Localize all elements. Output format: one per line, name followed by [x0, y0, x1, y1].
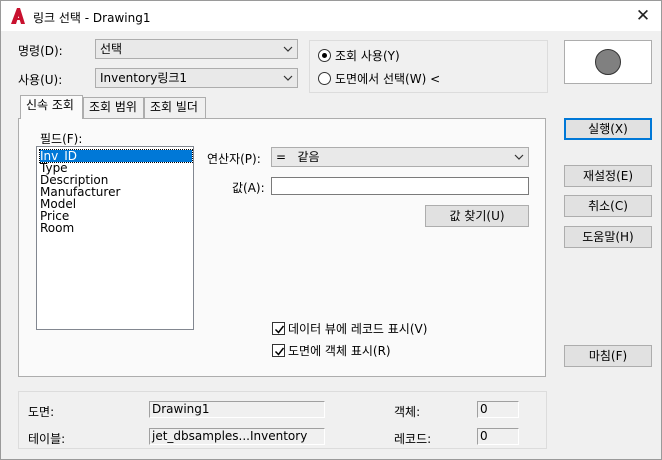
field-label: 필드(F): — [40, 132, 83, 146]
table-value: jet_dbsamples...Inventory — [149, 428, 325, 445]
close-button[interactable]: ✕ — [627, 3, 659, 29]
query-mode-radio[interactable]: 조회 사용(Y) — [318, 47, 400, 64]
reset-button[interactable]: 재설정(E) — [564, 165, 652, 187]
chevron-down-icon — [283, 75, 293, 81]
chevron-down-icon — [283, 46, 293, 52]
command-label: 명령(D): — [18, 44, 63, 58]
operator-value: = 같음 — [276, 150, 320, 164]
reset-label: 재설정(E) — [582, 169, 634, 183]
objects-count-text: 0 — [480, 402, 488, 416]
finish-label: 마침(F) — [588, 349, 628, 363]
tab-quick-query[interactable]: 신속 조회 — [20, 95, 83, 119]
use-label: 사용(U): — [18, 73, 63, 87]
checkmark-icon — [272, 344, 285, 357]
drawing-label: 도면: — [28, 405, 55, 419]
cancel-button[interactable]: 취소(C) — [564, 195, 652, 217]
drawing-value: Drawing1 — [149, 401, 325, 418]
radio-checked-icon — [318, 49, 331, 62]
autocad-a-icon — [11, 8, 25, 24]
radio-unchecked-icon — [318, 72, 331, 85]
use-dropdown[interactable]: Inventory링크1 — [95, 68, 298, 88]
query-mode-label: 조회 사용(Y) — [335, 49, 400, 63]
window-title: 링크 선택 - Drawing1 — [33, 11, 151, 25]
table-value-text: jet_dbsamples...Inventory — [152, 429, 308, 443]
cancel-label: 취소(C) — [588, 199, 628, 213]
execute-button[interactable]: 실행(X) — [564, 118, 652, 140]
tab-quick-query-label: 신속 조회 — [26, 98, 74, 112]
use-value: Inventory링크1 — [100, 71, 188, 85]
chevron-down-icon — [514, 154, 524, 160]
tab-query-builder[interactable]: 조회 빌더 — [144, 97, 206, 118]
list-item[interactable]: Room — [40, 222, 192, 234]
drawing-value-text: Drawing1 — [152, 402, 210, 416]
command-dropdown[interactable]: 선택 — [95, 39, 298, 59]
find-values-label: 값 찾기(U) — [449, 209, 505, 223]
objects-count: 0 — [477, 401, 519, 418]
datagrid-checkbox-label: 데이터 뷰에 레코드 표시(V) — [288, 322, 428, 336]
close-icon: ✕ — [635, 6, 651, 26]
datagrid-checkbox[interactable]: 데이터 뷰에 레코드 표시(V) — [272, 320, 427, 337]
operator-dropdown[interactable]: = 같음 — [271, 147, 529, 167]
select-in-drawing-label: 도면에서 선택(W) < — [335, 72, 441, 86]
value-input[interactable] — [271, 177, 529, 195]
tab-query-range[interactable]: 조회 범위 — [83, 97, 144, 118]
field-listbox[interactable]: Inv_ID Type Description Manufacturer Mod… — [36, 146, 194, 330]
title-bar: 링크 선택 - Drawing1 ✕ — [1, 1, 661, 31]
command-value: 선택 — [100, 42, 123, 56]
records-label: 레코드: — [394, 432, 432, 446]
help-label: 도움말(H) — [582, 230, 634, 244]
checkmark-icon — [272, 322, 285, 335]
table-label: 테이블: — [28, 432, 66, 446]
link-select-dialog: 링크 선택 - Drawing1 ✕ 명령(D): 선택 사용(U): Inve… — [0, 0, 662, 460]
records-count: 0 — [477, 428, 519, 445]
select-in-drawing-radio[interactable]: 도면에서 선택(W) < — [318, 70, 440, 87]
tab-query-builder-label: 조회 빌더 — [150, 100, 198, 114]
preview-pane — [564, 40, 652, 84]
tab-query-range-label: 조회 범위 — [89, 100, 137, 114]
help-button[interactable]: 도움말(H) — [564, 226, 652, 248]
records-count-text: 0 — [480, 429, 488, 443]
operator-label: 연산자(P): — [207, 152, 261, 166]
value-label: 값(A): — [232, 181, 265, 195]
show-objects-checkbox[interactable]: 도면에 객체 표시(R) — [272, 342, 391, 359]
show-objects-checkbox-label: 도면에 객체 표시(R) — [288, 344, 391, 358]
circle-preview-icon — [595, 49, 621, 75]
finish-button[interactable]: 마침(F) — [564, 345, 652, 367]
execute-label: 실행(X) — [588, 122, 628, 136]
objects-label: 객체: — [394, 405, 421, 419]
find-values-button[interactable]: 값 찾기(U) — [425, 205, 529, 227]
